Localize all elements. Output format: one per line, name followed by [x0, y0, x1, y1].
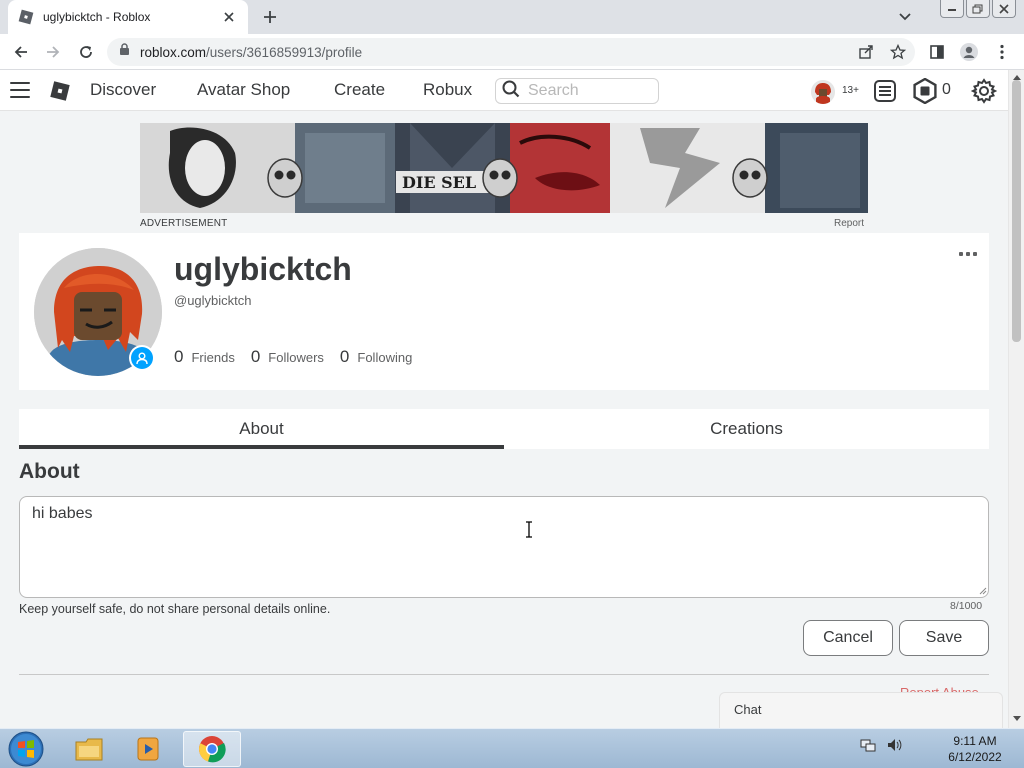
window-controls [940, 0, 1016, 18]
browser-menu-icon[interactable] [991, 41, 1013, 63]
url-text: roblox.com/users/3616859913/profile [140, 45, 362, 60]
tab-search-chevron-icon[interactable] [893, 6, 917, 28]
about-heading: About [19, 460, 80, 483]
search-box [495, 78, 659, 104]
browser-tabstrip: uglybicktch - Roblox [0, 0, 1024, 34]
age-badge: 13+ [842, 85, 859, 96]
tab-creations[interactable]: Creations [504, 409, 989, 449]
tab-about[interactable]: About [19, 409, 504, 449]
chrome-taskbar-icon[interactable] [183, 731, 241, 767]
page-scrollbar[interactable] [1008, 70, 1024, 728]
url-path: /users/3616859913/profile [206, 44, 363, 60]
search-icon [502, 80, 520, 103]
scroll-thumb[interactable] [1012, 80, 1021, 342]
clock-time: 9:11 AM [953, 734, 997, 748]
nav-create[interactable]: Create [334, 80, 385, 100]
resize-grip-icon[interactable] [978, 586, 987, 595]
user-presence-icon [131, 347, 153, 369]
new-tab-icon[interactable] [259, 6, 281, 28]
about-textarea[interactable]: hi babes [19, 496, 989, 598]
clock-date: 6/12/2022 [948, 750, 1002, 764]
profile-stats: 0 Friends 0 Followers 0 Following [174, 347, 428, 367]
chat-bar[interactable]: Chat [719, 692, 1003, 728]
roblox-logo-icon[interactable] [49, 80, 71, 102]
nav-robux[interactable]: Robux [423, 80, 472, 100]
robux-icon[interactable] [912, 78, 938, 104]
followers-label: Followers [268, 350, 324, 365]
safety-note: Keep yourself safe, do not share persona… [19, 602, 331, 616]
nav-discover[interactable]: Discover [90, 80, 156, 100]
volume-icon[interactable] [886, 737, 902, 758]
share-icon[interactable] [855, 41, 877, 63]
back-arrow-icon[interactable] [10, 41, 32, 63]
roblox-favicon-icon [18, 9, 34, 25]
section-divider [19, 674, 989, 675]
minimize-icon[interactable] [940, 0, 964, 18]
side-panel-icon[interactable] [926, 41, 948, 63]
start-button-icon[interactable] [6, 730, 46, 768]
network-icon[interactable] [860, 737, 876, 758]
scroll-down-icon[interactable] [1012, 715, 1022, 723]
nav-avatar-shop[interactable]: Avatar Shop [197, 80, 290, 100]
address-bar[interactable]: roblox.com/users/3616859913/profile [107, 38, 915, 66]
profile-tabs: About Creations [19, 409, 989, 449]
url-host: roblox.com [140, 44, 207, 60]
more-options-icon[interactable] [959, 250, 977, 258]
media-player-taskbar-icon[interactable] [120, 731, 178, 767]
system-tray [860, 737, 902, 758]
profile-username: @uglybicktch [174, 293, 252, 308]
friends-stat[interactable]: 0 Friends [174, 347, 235, 367]
notifications-list-icon[interactable] [872, 78, 898, 104]
character-count: 8/1000 [950, 600, 983, 612]
profile-display-name: uglybicktch [174, 251, 352, 287]
close-tab-icon[interactable] [220, 8, 238, 26]
browser-toolbar: roblox.com/users/3616859913/profile [0, 34, 1024, 70]
followers-stat[interactable]: 0 Followers [251, 347, 324, 367]
reload-icon[interactable] [75, 41, 97, 63]
text-cursor-icon [526, 521, 532, 538]
explorer-taskbar-icon[interactable] [60, 731, 118, 767]
friends-label: Friends [191, 350, 235, 365]
restore-icon[interactable] [966, 0, 990, 18]
forward-arrow-icon[interactable] [42, 41, 64, 63]
taskbar-clock[interactable]: 9:11 AM 6/12/2022 [940, 733, 1010, 765]
followers-count: 0 [250, 347, 261, 366]
browser-tab[interactable]: uglybicktch - Roblox [8, 0, 248, 34]
bookmark-star-icon[interactable] [887, 41, 909, 63]
lock-icon [119, 43, 130, 61]
ad-banner[interactable]: DIE SEL [140, 123, 868, 213]
following-count: 0 [339, 347, 350, 366]
friends-count: 0 [174, 347, 184, 366]
taskbar: 9:11 AM 6/12/2022 [0, 728, 1024, 768]
tab-title: uglybicktch - Roblox [43, 10, 151, 24]
roblox-header: Discover Avatar Shop Create Robux 13+ 0 [0, 70, 1010, 111]
following-label: Following [357, 350, 413, 365]
cancel-button[interactable]: Cancel [803, 620, 893, 656]
search-input[interactable] [528, 82, 648, 100]
ad-report-link[interactable]: Report [834, 218, 864, 229]
ad-label: ADVERTISEMENT [140, 218, 228, 229]
save-button[interactable]: Save [899, 620, 989, 656]
ad-banner-text: DIE SEL [402, 173, 476, 192]
header-avatar[interactable] [811, 80, 835, 104]
robux-balance[interactable]: 0 [942, 81, 951, 99]
hamburger-menu-icon[interactable] [10, 82, 30, 98]
following-stat[interactable]: 0 Following [340, 347, 412, 367]
close-window-icon[interactable] [992, 0, 1016, 18]
chat-label: Chat [734, 702, 762, 717]
profile-icon[interactable] [958, 41, 980, 63]
settings-gear-icon[interactable] [971, 78, 997, 104]
profile-header-card: uglybicktch @uglybicktch 0 Friends 0 Follo… [19, 233, 989, 390]
online-status-badge [129, 345, 155, 371]
